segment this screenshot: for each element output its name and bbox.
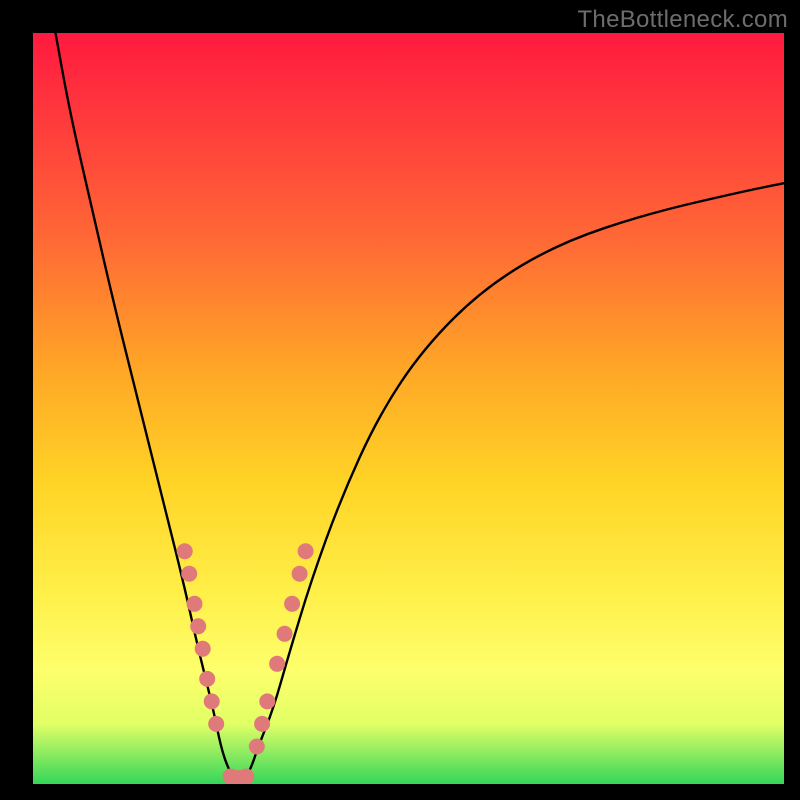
chart-area [33,33,784,784]
marker-dot [199,671,215,687]
bottleneck-curve [56,33,785,780]
marker-dot [208,716,224,732]
marker-dot [181,566,197,582]
marker-dot [259,693,275,709]
marker-dot [249,739,265,755]
marker-dot [190,618,206,634]
marker-dot [269,656,285,672]
marker-dot [187,596,203,612]
chart-svg [33,33,784,784]
marker-dot [298,543,314,559]
marker-dot [238,769,254,785]
marker-dot [284,596,300,612]
marker-dot [277,626,293,642]
marker-dot [204,693,220,709]
watermark-text: TheBottleneck.com [577,6,788,34]
marker-dot [195,641,211,657]
curve-markers [177,543,314,784]
marker-dot [177,543,193,559]
marker-dot [292,566,308,582]
marker-dot [254,716,270,732]
